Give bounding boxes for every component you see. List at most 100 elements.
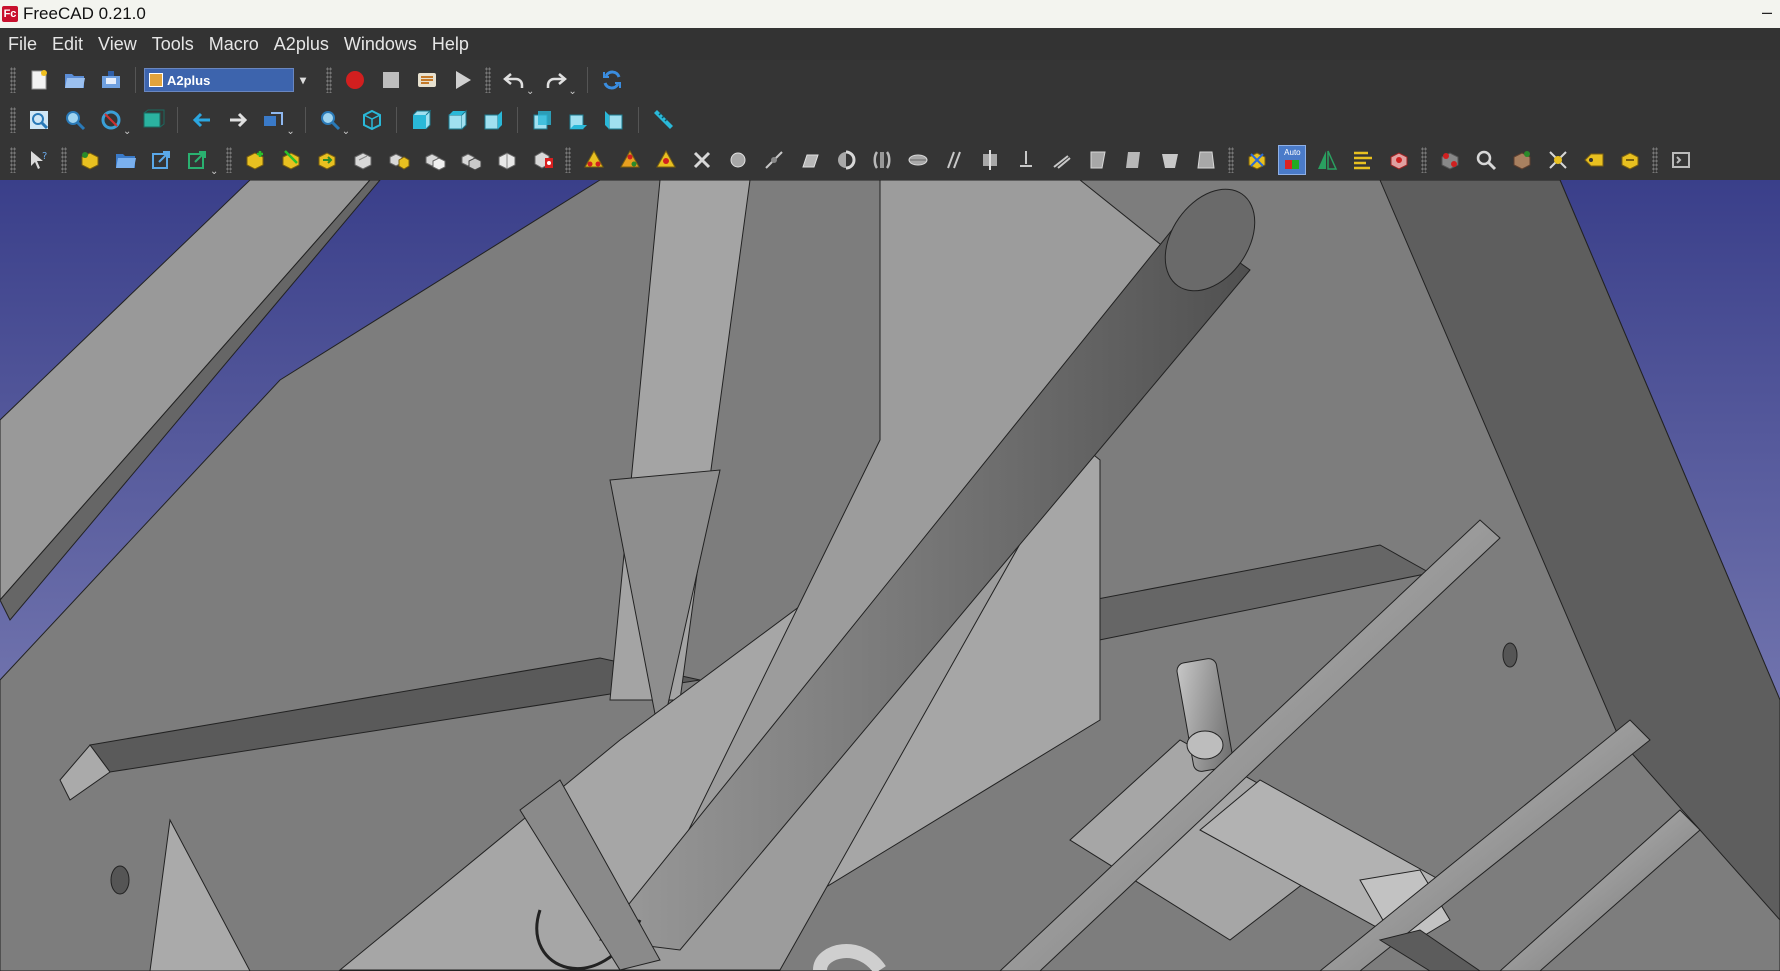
explode-icon[interactable] xyxy=(1384,145,1414,175)
3d-viewport[interactable] xyxy=(0,180,1780,971)
toolbar-grip[interactable] xyxy=(1652,147,1659,173)
flip-constraint-icon[interactable] xyxy=(1312,145,1342,175)
measure-icon[interactable] xyxy=(648,105,678,135)
solve-icon[interactable] xyxy=(276,145,306,175)
circular-edge-icon[interactable] xyxy=(615,145,645,175)
draw-style-dropdown-icon[interactable]: ⌄ xyxy=(123,126,131,137)
menu-tools[interactable]: Tools xyxy=(152,34,194,55)
sync-view-icon[interactable] xyxy=(259,105,289,135)
toolbar-grip[interactable] xyxy=(61,147,67,173)
cad-model-render[interactable] xyxy=(0,180,1780,971)
toolbar-grip[interactable] xyxy=(10,107,16,133)
axis-plane-normal-icon[interactable] xyxy=(939,145,969,175)
point-identity-icon[interactable] xyxy=(420,145,450,175)
refresh-icon[interactable] xyxy=(597,65,627,95)
plane-coincident-icon[interactable] xyxy=(651,145,681,175)
axis-coincident-icon[interactable] xyxy=(759,145,789,175)
zoom-dropdown-icon[interactable]: ⌄ xyxy=(342,126,350,137)
zoom-icon[interactable] xyxy=(315,105,345,135)
update-imported-icon[interactable] xyxy=(183,145,213,175)
rear-view-icon[interactable] xyxy=(527,105,557,135)
rigid-icon[interactable] xyxy=(1119,145,1149,175)
toolbar-grip[interactable] xyxy=(326,67,332,93)
top-view-icon[interactable] xyxy=(442,105,472,135)
constraint-viewer-icon[interactable] xyxy=(528,145,558,175)
axis-plane-angle-icon[interactable] xyxy=(975,145,1005,175)
axis-parallel-icon[interactable] xyxy=(867,145,897,175)
whats-this-icon[interactable]: ? xyxy=(24,145,54,175)
isometric-view-icon[interactable] xyxy=(357,105,387,135)
stop-macro-icon[interactable] xyxy=(376,65,406,95)
sphere-center-icon[interactable] xyxy=(579,145,609,175)
solve-constraints-icon[interactable] xyxy=(1242,145,1272,175)
add-constraint-icon[interactable] xyxy=(240,145,270,175)
menu-a2plus[interactable]: A2plus xyxy=(274,34,329,55)
convert-part-icon[interactable] xyxy=(312,145,342,175)
partlist-icon[interactable] xyxy=(1507,145,1537,175)
search-icon[interactable] xyxy=(1471,145,1501,175)
left-view-icon[interactable] xyxy=(599,105,629,135)
record-macro-icon[interactable] xyxy=(340,65,370,95)
bottom-view-icon[interactable] xyxy=(563,105,593,135)
menu-windows[interactable]: Windows xyxy=(344,34,417,55)
toolbar-extension-icon[interactable] xyxy=(1666,145,1696,175)
menu-macro[interactable]: Macro xyxy=(209,34,259,55)
sync-view-dropdown-icon[interactable]: ⌄ xyxy=(286,126,294,137)
open-folder-icon[interactable] xyxy=(60,65,90,95)
fit-all-icon[interactable] xyxy=(24,105,54,135)
menu-edit[interactable]: Edit xyxy=(52,34,83,55)
plane-parallel-icon[interactable] xyxy=(831,145,861,175)
draw-style-icon[interactable] xyxy=(96,105,126,135)
minimize-button[interactable]: – xyxy=(1762,2,1772,23)
redo-icon[interactable] xyxy=(541,65,571,95)
degrees-of-freedom-icon[interactable] xyxy=(1543,145,1573,175)
point-on-line-icon[interactable] xyxy=(456,145,486,175)
toolbar-grip[interactable] xyxy=(226,147,233,173)
plane-angle-icon[interactable] xyxy=(1155,145,1185,175)
bounding-box-icon[interactable] xyxy=(138,105,168,135)
fit-selection-icon[interactable] xyxy=(60,105,90,135)
toolbar-grip[interactable] xyxy=(10,67,16,93)
center-of-mass-2-icon[interactable] xyxy=(1047,145,1077,175)
toolbar-grip[interactable] xyxy=(485,67,491,93)
toolbar-grip[interactable] xyxy=(1421,147,1428,173)
chevron-down-icon[interactable]: ▾ xyxy=(295,69,311,91)
forward-icon[interactable] xyxy=(223,105,253,135)
show-constraints-icon[interactable] xyxy=(1348,145,1378,175)
undo-icon[interactable] xyxy=(499,65,529,95)
delete-icon[interactable] xyxy=(687,145,717,175)
axial-tube-icon[interactable] xyxy=(1191,145,1221,175)
lock-icon[interactable] xyxy=(1083,145,1113,175)
new-document-icon[interactable] xyxy=(24,65,54,95)
undo-dropdown-icon[interactable]: ⌄ xyxy=(526,86,534,97)
back-icon[interactable] xyxy=(187,105,217,135)
menu-help[interactable]: Help xyxy=(432,34,469,55)
add-part-icon[interactable] xyxy=(75,145,105,175)
duplicate-part-icon[interactable] xyxy=(348,145,378,175)
front-view-icon[interactable] xyxy=(406,105,436,135)
workbench-selector[interactable]: A2plus ▾ xyxy=(144,68,306,92)
toolbar-grip[interactable] xyxy=(1228,147,1235,173)
auto-solve-button[interactable]: Auto xyxy=(1278,145,1307,175)
macro-editor-icon[interactable] xyxy=(412,65,442,95)
isolate-icon[interactable] xyxy=(1435,145,1465,175)
toggle-transparency-icon[interactable] xyxy=(384,145,414,175)
cycle-icon[interactable] xyxy=(1615,145,1645,175)
toolbar-grip[interactable] xyxy=(565,147,572,173)
import-dropdown-icon[interactable]: ⌄ xyxy=(210,166,218,177)
run-macro-icon[interactable] xyxy=(448,65,478,95)
axial-icon[interactable] xyxy=(723,145,753,175)
angled-planes-icon[interactable] xyxy=(795,145,825,175)
label-icon[interactable] xyxy=(1579,145,1609,175)
import-part-icon[interactable] xyxy=(147,145,177,175)
menu-file[interactable]: File xyxy=(8,34,37,55)
menu-view[interactable]: View xyxy=(98,34,137,55)
redo-dropdown-icon[interactable]: ⌄ xyxy=(568,86,576,97)
point-on-plane-icon[interactable] xyxy=(492,145,522,175)
toolbar-grip[interactable] xyxy=(10,147,16,173)
center-of-mass-icon[interactable] xyxy=(1011,145,1041,175)
right-view-icon[interactable] xyxy=(478,105,508,135)
open-assembly-icon[interactable] xyxy=(111,145,141,175)
axis-plane-parallel-icon[interactable] xyxy=(903,145,933,175)
save-icon[interactable] xyxy=(96,65,126,95)
